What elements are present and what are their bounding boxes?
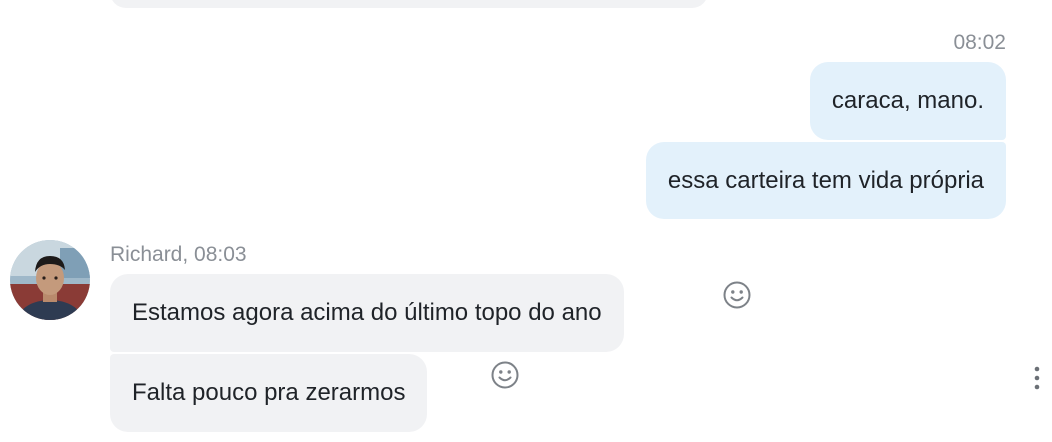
incoming-message[interactable]: Falta pouco pra zerarmos	[110, 354, 428, 432]
richard-avatar	[10, 240, 90, 320]
message-text: Falta pouco pra zerarmos	[132, 379, 406, 406]
smiley-icon[interactable]	[722, 280, 752, 310]
outgoing-message[interactable]: essa carteira tem vida própria	[645, 142, 1006, 219]
sender-name-time: Richard, 08:03	[110, 243, 247, 266]
message-text: essa carteira tem vida própria	[667, 166, 984, 194]
previous-message-bubble	[110, 0, 708, 8]
outgoing-message[interactable]: caraca, mano.	[809, 62, 1006, 140]
smiley-icon[interactable]	[490, 360, 520, 390]
outgoing-timestamp: 08:02	[953, 31, 1006, 54]
message-text: caraca, mano.	[831, 87, 984, 114]
avatar[interactable]	[10, 240, 90, 320]
message-text: Estamos agora acima do último topo do an…	[132, 299, 602, 326]
more-vertical-icon[interactable]	[1032, 364, 1042, 392]
incoming-message[interactable]: Estamos agora acima do último topo do an…	[110, 274, 624, 352]
